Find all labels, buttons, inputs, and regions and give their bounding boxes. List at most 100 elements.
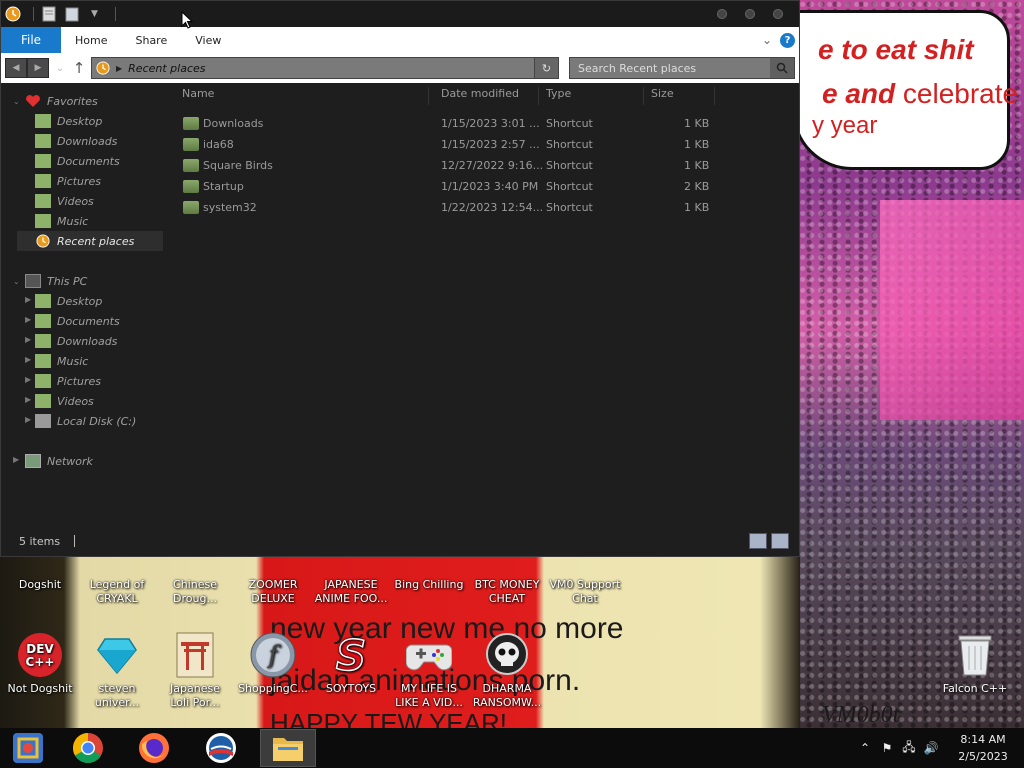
title-bar[interactable]: ▼ [1,1,799,27]
desktop-icon-not-dogshit[interactable]: DEV C++ Not Dogshit [1,632,79,696]
column-header-name[interactable]: Name [182,87,214,100]
forward-button[interactable]: ▶ [27,58,49,78]
column-divider[interactable] [428,87,429,105]
expand-caret-icon[interactable]: ▶ [25,415,31,424]
volume-icon[interactable]: 🔊 [920,741,942,755]
desktop-icon-zoomer[interactable]: ZOOMER DELUXE [234,578,312,606]
close-button[interactable] [773,9,783,19]
minimize-button[interactable] [717,9,727,19]
help-icon[interactable]: ? [780,32,795,48]
file-row[interactable]: ida68 1/15/2023 2:57 ... Shortcut 1 KB [176,135,739,155]
tab-share[interactable]: Share [121,27,181,53]
nav-pc-videos[interactable]: Videos [35,391,94,411]
column-header-type[interactable]: Type [546,87,571,100]
expand-caret-icon[interactable]: ▶ [13,455,19,464]
expand-ribbon-chevron-icon[interactable]: ⌄ [762,33,772,47]
network-icon [25,454,41,468]
file-explorer-icon [273,738,303,761]
show-hidden-icons-chevron-icon[interactable]: ⌃ [854,741,876,755]
nav-pc-local-disk[interactable]: Local Disk (C:) [35,411,136,431]
address-bar[interactable]: ▶ Recent places ↻ [91,57,559,79]
refresh-button[interactable]: ↻ [534,58,558,78]
desktop-icon-steven-universe[interactable]: steven univer... [78,632,156,710]
tab-view[interactable]: View [181,27,235,53]
file-name: Square Birds [203,159,273,172]
nav-fav-recent-places[interactable]: Recent places [17,231,163,251]
clock[interactable]: 8:14 AM 2/5/2023 [942,731,1024,765]
taskbar-file-explorer[interactable] [260,729,316,767]
nav-this-pc[interactable]: This PC [25,271,87,291]
nav-pc-documents[interactable]: Documents [35,311,120,331]
nav-pc-downloads[interactable]: Downloads [35,331,117,351]
bubble-line-1: e to eat shit [818,34,974,65]
nav-fav-videos[interactable]: Videos [35,191,94,211]
expand-caret-icon[interactable]: ▶ [25,375,31,384]
new-folder-icon[interactable] [63,6,80,23]
nav-pc-pictures[interactable]: Pictures [35,371,101,391]
expand-caret-icon[interactable]: ▶ [25,395,31,404]
file-row[interactable]: Downloads 1/15/2023 3:01 ... Shortcut 1 … [176,114,739,134]
desktop-icon-japanese-anime[interactable]: JAPANESE ANIME FOO... [312,578,390,606]
recent-places-icon [36,234,50,248]
desktop-icon-legend-of-cryakl[interactable]: Legend of CRYAKL [78,578,156,606]
desktop-icon-dharma-ransomware[interactable]: DHARMA RANSOMW... [468,632,546,710]
nav-network[interactable]: Network [25,451,93,471]
column-divider[interactable] [714,87,715,105]
nav-pc-music[interactable]: Music [35,351,88,371]
expand-caret-icon[interactable]: ▶ [25,335,31,344]
properties-icon[interactable] [40,6,57,23]
desktop-icon-vm0-support[interactable]: VM0 Support Chat [546,578,624,606]
breadcrumb-arrow-icon[interactable]: ▶ [116,64,122,73]
desktop-icon-falcon-cpp[interactable]: Falcon C++ [936,632,1014,696]
taskbar-chrome[interactable] [60,729,116,767]
nav-fav-downloads[interactable]: Downloads [35,131,117,151]
tab-home[interactable]: Home [61,27,121,53]
desktop-icon-shopping[interactable]: f ShoppingC... [234,632,312,696]
expand-caret-icon[interactable]: ▶ [25,295,31,304]
nav-pc-desktop[interactable]: Desktop [35,291,102,311]
maximize-button[interactable] [745,9,755,19]
heart-icon [26,95,40,107]
action-center-flag-icon[interactable]: ⚑ [876,741,898,755]
taskbar: ⌃ ⚑ 🖧 🔊 8:14 AM 2/5/2023 [0,728,1024,768]
desktop-icon-btc-money[interactable]: BTC MONEY CHEAT [468,578,546,606]
recent-locations-chevron-icon[interactable]: ⌄ [53,63,67,74]
search-icon[interactable] [770,58,794,78]
search-input[interactable]: Search Recent places [569,57,795,79]
customize-toolbar-chevron-icon[interactable]: ▼ [86,6,103,23]
ribbon-tabs: File Home Share View ⌄ ? [1,27,799,53]
back-button[interactable]: ◀ [5,58,27,78]
expand-caret-icon[interactable]: ▶ [25,355,31,364]
column-divider[interactable] [538,87,539,105]
desktop-icon-chinese[interactable]: Chinese Droug... [156,578,234,606]
nav-fav-desktop[interactable]: Desktop [35,111,102,131]
desktop-icon-my-life-is-like-a-video[interactable]: MY LIFE IS LIKE A VID... [390,632,468,710]
desktop-icon-dogshit[interactable]: Dogshit [1,578,79,592]
column-divider[interactable] [643,87,644,105]
large-icons-view-icon[interactable] [771,533,789,549]
expand-caret-icon[interactable]: ▶ [25,315,31,324]
collapse-caret-icon[interactable]: ⌄ [13,97,20,106]
column-header-date[interactable]: Date modified [441,87,519,100]
taskbar-firefox[interactable] [126,729,182,767]
file-row[interactable]: system32 1/22/2023 12:54... Shortcut 1 K… [176,198,739,218]
details-view-icon[interactable] [749,533,767,549]
desktop-icon [35,294,51,308]
start-button[interactable] [0,729,56,767]
collapse-caret-icon[interactable]: ⌄ [13,277,20,286]
nav-fav-music[interactable]: Music [35,211,88,231]
desktop-icon-bing-chilling[interactable]: Bing Chilling [390,578,468,592]
desktop-icon-soytoys[interactable]: S SOYTOYS [312,632,390,696]
tab-file[interactable]: File [1,27,61,53]
network-icon[interactable]: 🖧 [898,738,920,759]
desktop-icon-japanese-loli[interactable]: Japanese Loli Por... [156,632,234,710]
nav-fav-pictures[interactable]: Pictures [35,171,101,191]
nav-favorites[interactable]: Favorites [25,91,98,111]
column-header-size[interactable]: Size [651,87,674,100]
up-arrow-icon[interactable]: ↑ [71,59,87,77]
documents-icon [35,154,51,168]
file-row[interactable]: Square Birds 12/27/2022 9:16... Shortcut… [176,156,739,176]
nav-fav-documents[interactable]: Documents [35,151,120,171]
taskbar-app-obama[interactable] [193,729,249,767]
file-row[interactable]: Startup 1/1/2023 3:40 PM Shortcut 2 KB [176,177,739,197]
